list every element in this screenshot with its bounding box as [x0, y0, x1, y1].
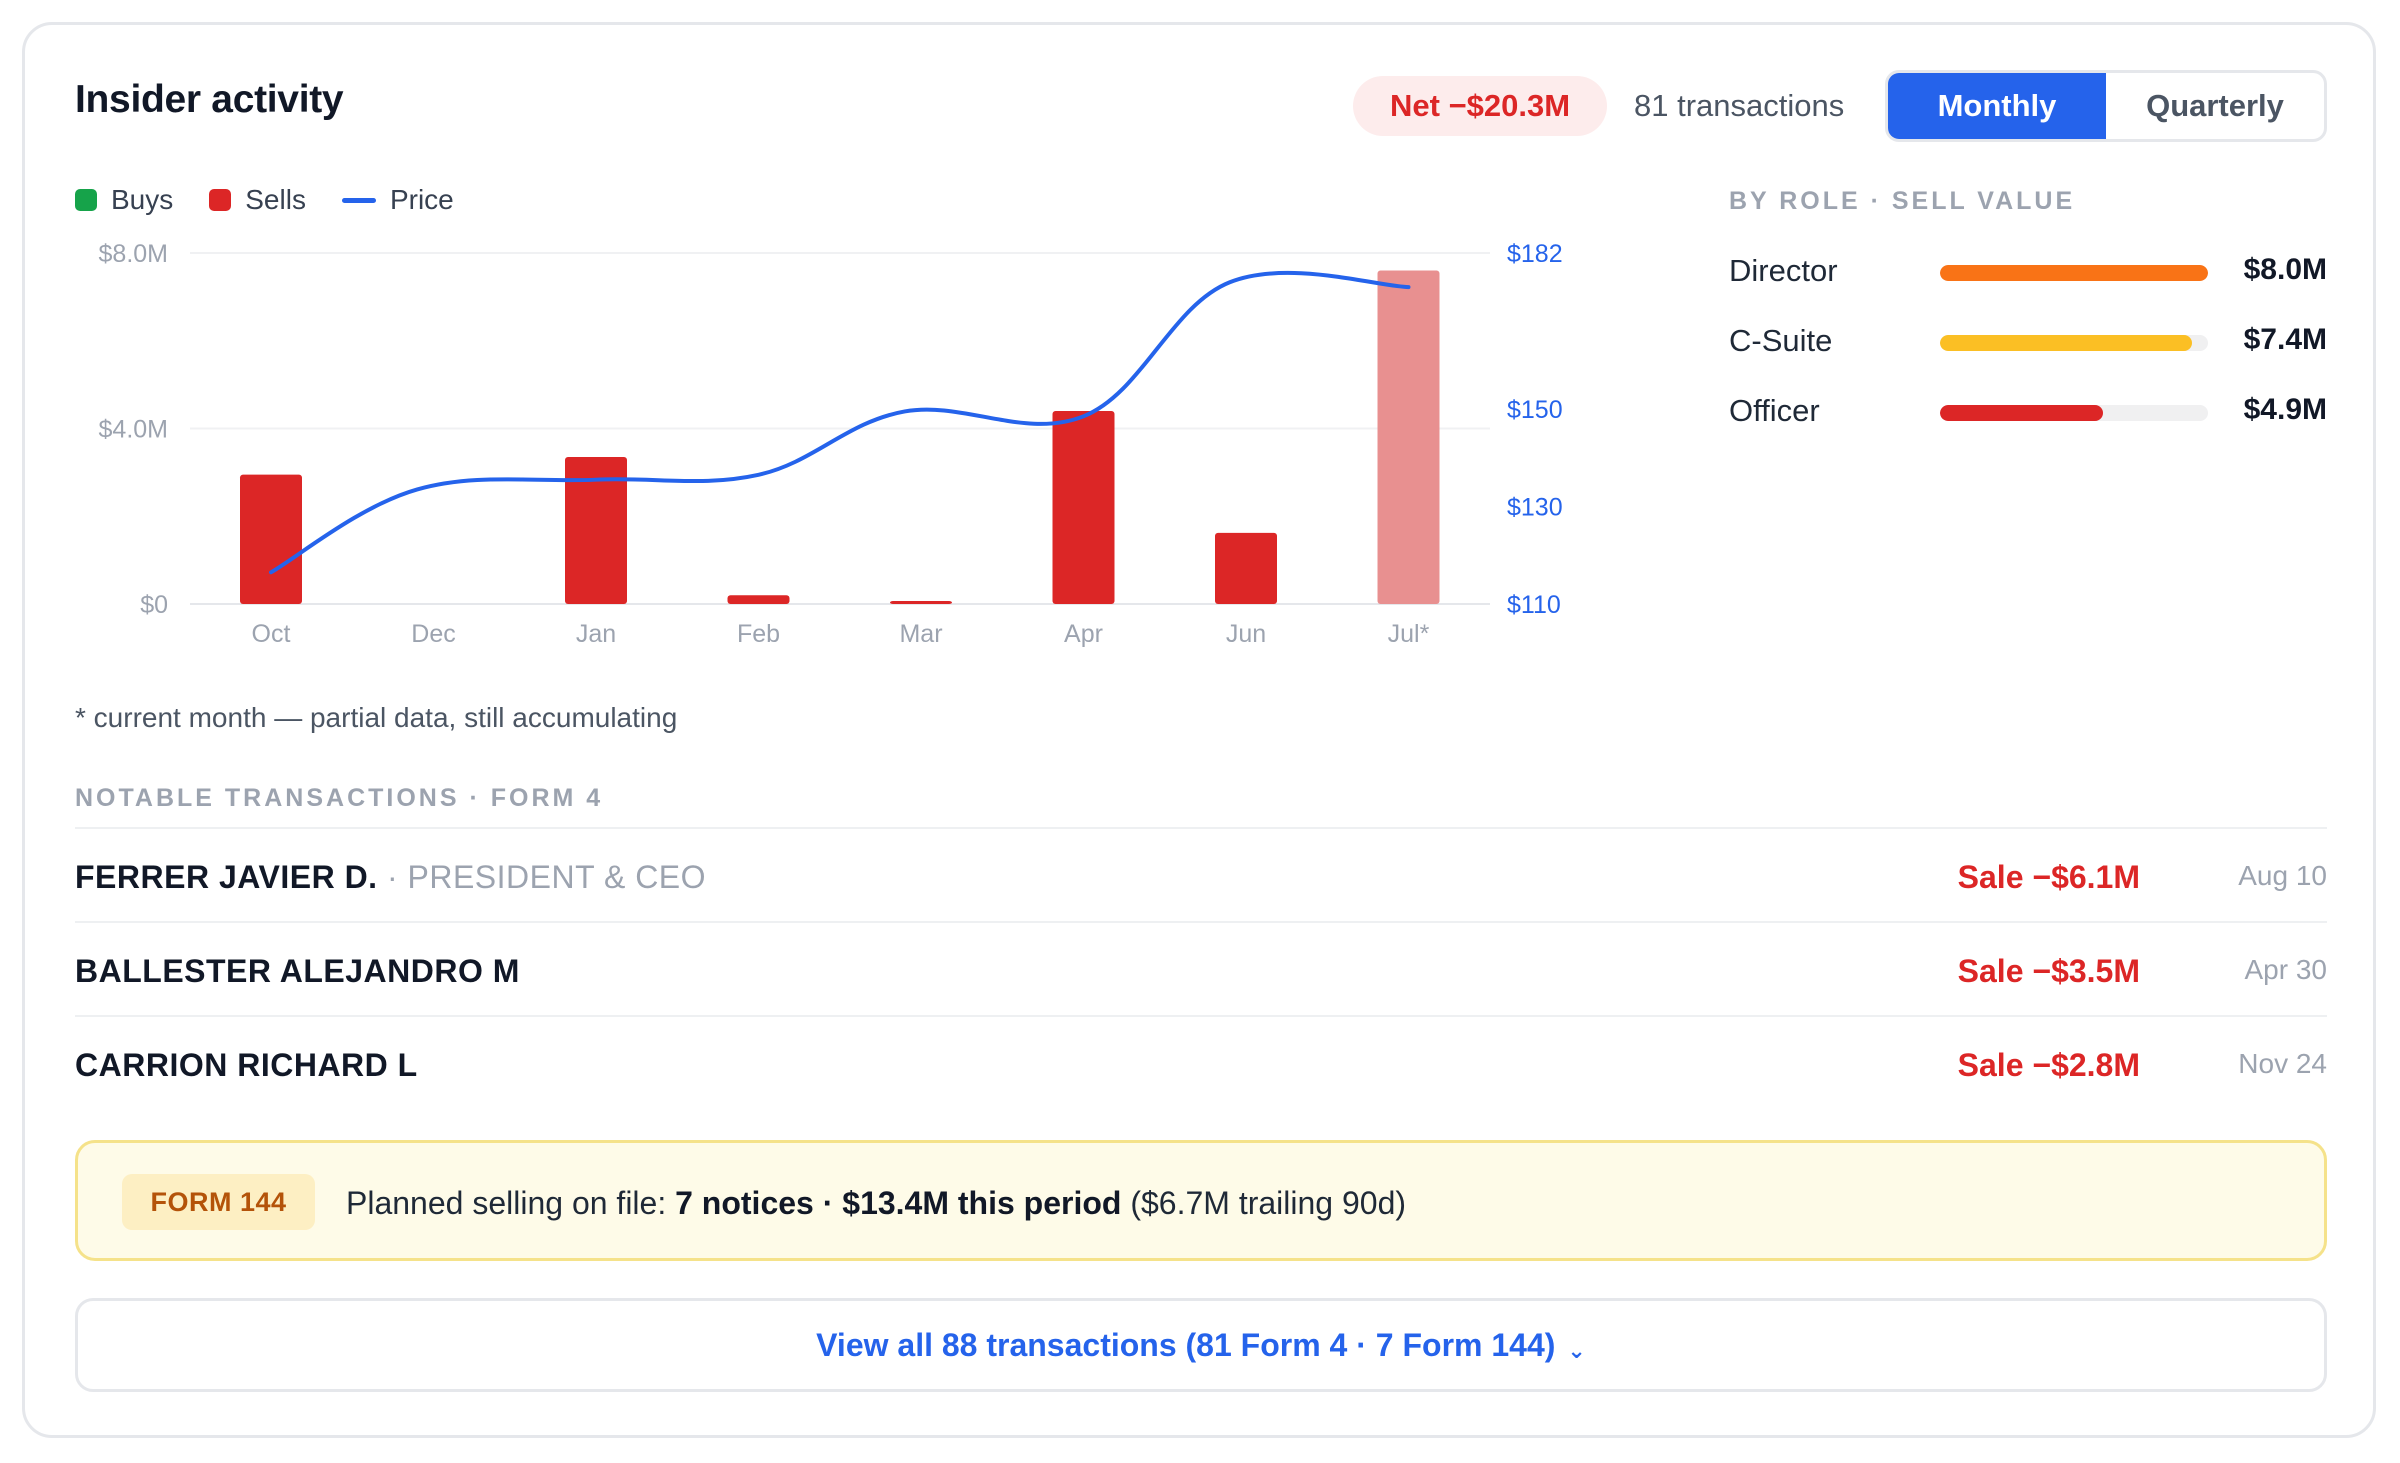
form144-banner: FORM 144 Planned selling on file: 7 noti… [75, 1140, 2327, 1261]
notable-transactions-list: FERRER JAVIER D. · PRESIDENT & CEO Sale … [75, 827, 2327, 1109]
role-bar-fill [1940, 335, 2192, 351]
x-axis-tick-label: Oct [252, 620, 291, 648]
insider-name: FERRER JAVIER D. · PRESIDENT & CEO [75, 859, 706, 896]
x-axis-tick-label: Dec [411, 620, 455, 648]
sell-bar [727, 595, 790, 604]
right-axis-tick-label: $150 [1507, 396, 1563, 424]
role-bar-track [1940, 265, 2208, 281]
form144-suffix: ($6.7M trailing 90d) [1121, 1185, 1407, 1221]
insider-name: CARRION RICHARD L [75, 1047, 418, 1084]
sell-bar [1215, 532, 1277, 604]
role-bar-track [1940, 335, 2208, 351]
table-row[interactable]: BALLESTER ALEJANDRO M Sale −$3.5M Apr 30 [75, 921, 2327, 1015]
role-bar-fill [1940, 405, 2104, 421]
form144-badge: FORM 144 [122, 1174, 315, 1230]
right-axis-tick-label: $182 [1507, 240, 1563, 268]
role-row-csuite: C-Suite $7.4M [1729, 315, 2327, 365]
notable-transactions-heading: NOTABLE TRANSACTIONS · FORM 4 [75, 784, 604, 812]
form144-prefix: Planned selling on file: [346, 1185, 676, 1221]
x-axis-tick-label: Feb [737, 620, 780, 648]
right-axis-tick-label: $110 [1507, 591, 1561, 619]
x-axis-tick-label: Jul* [1388, 620, 1430, 648]
sell-bar [890, 601, 952, 604]
sell-bar [1052, 410, 1115, 604]
insider-name-text: FERRER JAVIER D. [75, 859, 378, 895]
role-label: Director [1729, 253, 1838, 288]
role-value: $4.9M [2243, 393, 2327, 426]
table-row[interactable]: FERRER JAVIER D. · PRESIDENT & CEO Sale … [75, 827, 2327, 921]
left-axis-tick-label: $8.0M [99, 240, 168, 268]
insider-role: · PRESIDENT & CEO [377, 859, 707, 895]
by-role-heading: BY ROLE · SELL VALUE [1729, 187, 2076, 215]
transaction-amount: Sale −$6.1M [1957, 859, 2140, 895]
role-row-director: Director $8.0M [1729, 245, 2327, 295]
right-axis-tick-label: $130 [1507, 494, 1563, 522]
transaction-date: Aug 10 [2238, 860, 2327, 891]
left-axis-tick-label: $4.0M [99, 416, 168, 444]
insider-activity-chart: $0 $4.0M $8.0M $110 $130 $150 $182 Oct Dec Jan Feb… [99, 240, 1563, 648]
chart-footnote: * current month — partial data, still ac… [75, 702, 678, 733]
chevron-down-icon: ⌄ [1567, 1338, 1586, 1363]
x-axis-tick-label: Jun [1226, 620, 1266, 648]
transaction-date: Apr 30 [2244, 954, 2328, 985]
role-value: $7.4M [2243, 323, 2327, 356]
role-label: Officer [1729, 393, 1820, 428]
transaction-amount: Sale −$3.5M [1957, 953, 2140, 989]
x-axis-tick-label: Apr [1064, 620, 1103, 648]
sell-bar [1377, 270, 1440, 604]
toggle-monthly-button[interactable]: Monthly [1888, 73, 2106, 139]
transactions-count: 81 transactions [1634, 88, 1845, 123]
toggle-quarterly-button[interactable]: Quarterly [2106, 73, 2324, 139]
transaction-date: Nov 24 [2238, 1048, 2327, 1079]
x-axis-tick-label: Jan [576, 620, 616, 648]
form144-text: Planned selling on file: 7 notices · $13… [346, 1185, 1406, 1222]
sell-bar [240, 474, 302, 604]
insider-name: BALLESTER ALEJANDRO M [75, 953, 520, 990]
insider-name-text: CARRION RICHARD L [75, 1047, 418, 1083]
view-all-label: View all 88 transactions (81 Form 4 · 7 … [816, 1326, 1556, 1363]
form144-highlight: 7 notices · $13.4M this period [675, 1185, 1122, 1221]
price-line [269, 270, 1411, 575]
role-bar-fill [1940, 265, 2208, 281]
role-bar-track [1940, 405, 2208, 421]
transaction-amount: Sale −$2.8M [1957, 1047, 2140, 1083]
table-row[interactable]: CARRION RICHARD L Sale −$2.8M Nov 24 [75, 1015, 2327, 1109]
role-label: C-Suite [1729, 323, 1833, 358]
view-all-transactions-button[interactable]: View all 88 transactions (81 Form 4 · 7 … [75, 1298, 2327, 1392]
role-value: $8.0M [2243, 253, 2327, 286]
x-axis-tick-label: Mar [899, 620, 942, 648]
role-row-officer: Officer $4.9M [1729, 385, 2327, 435]
left-axis-tick-label: $0 [140, 591, 168, 619]
period-toggle: Monthly Quarterly [1885, 70, 2327, 142]
insider-name-text: BALLESTER ALEJANDRO M [75, 953, 520, 989]
